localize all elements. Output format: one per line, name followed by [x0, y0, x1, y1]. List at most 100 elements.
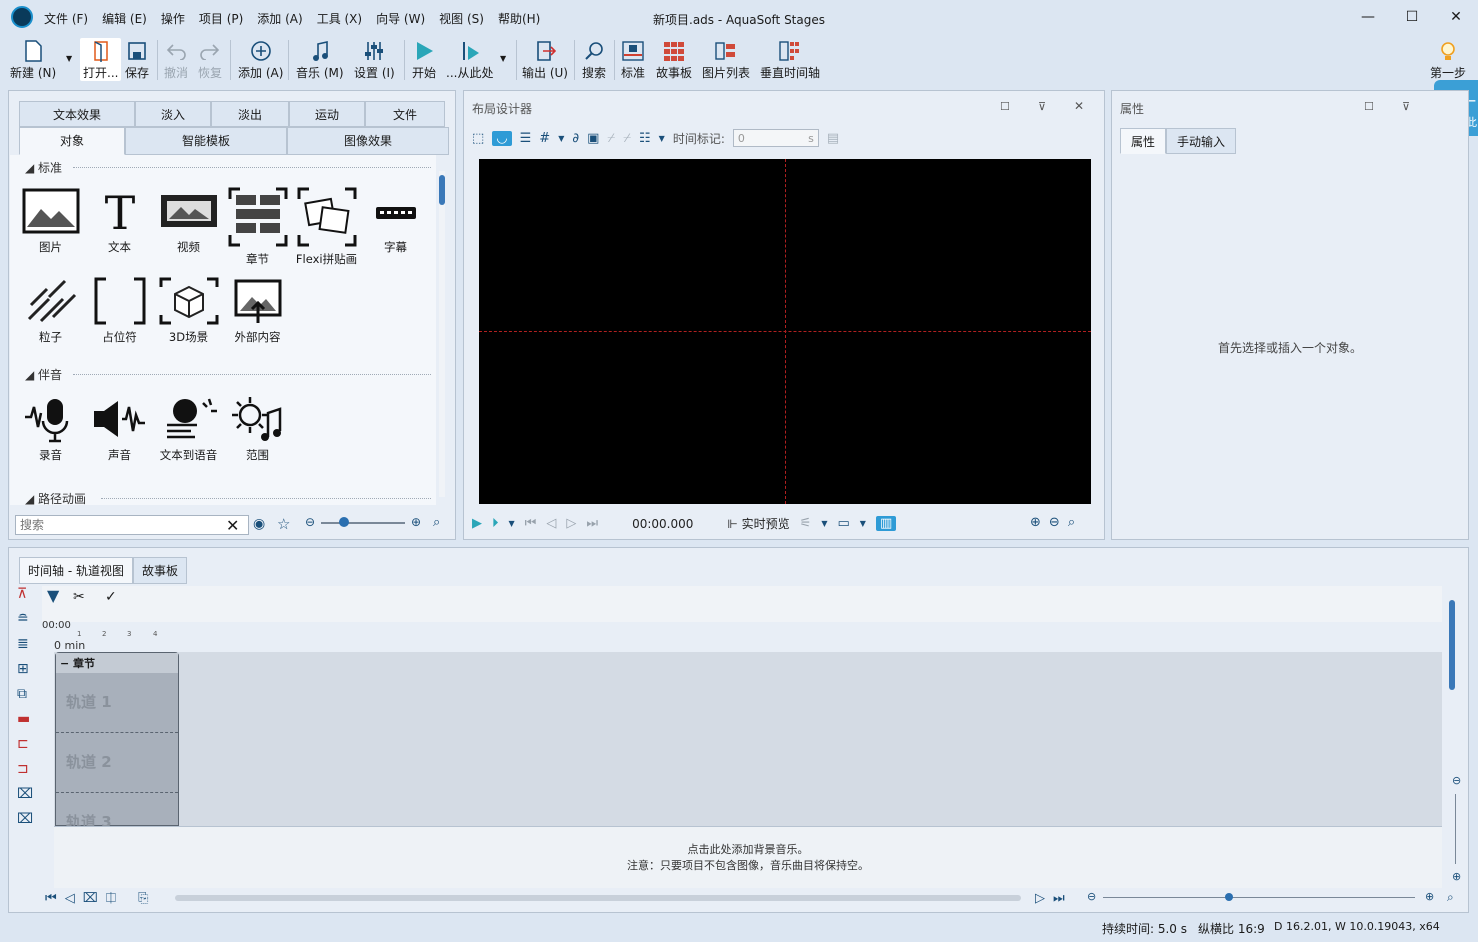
music-button[interactable]: 音乐 (M)	[296, 38, 344, 81]
menu-project[interactable]: 项目 (P)	[199, 10, 243, 27]
minimize-icon[interactable]: —	[1346, 0, 1390, 34]
favorite-star-icon[interactable]: ☆	[277, 515, 290, 533]
grid-icon[interactable]: #	[539, 131, 550, 146]
path-edit-icon[interactable]: ◡	[492, 130, 512, 146]
section-standard[interactable]: ◢ 标准	[25, 159, 62, 176]
film-strip-icon[interactable]: ▬	[17, 711, 33, 727]
vertical-zoom-in-icon[interactable]: ⊕	[1452, 870, 1461, 883]
zoom-fit-icon[interactable]: ⌕	[433, 515, 440, 530]
track-row[interactable]: 轨道 3	[56, 793, 178, 829]
vertical-zoom-slider[interactable]	[1455, 794, 1456, 864]
vertical-zoom-out-icon[interactable]: ⊖	[1452, 774, 1461, 787]
object-list-scrollbar[interactable]	[439, 171, 445, 497]
play-from-cursor-icon[interactable]: ⏵	[492, 516, 499, 531]
align-stagger-icon[interactable]: ⊐	[17, 761, 33, 777]
step-forward-icon[interactable]: ▷	[566, 516, 576, 531]
object-external-content[interactable]: 外部内容	[223, 277, 292, 345]
tab-text-effects[interactable]: 文本效果	[19, 101, 135, 127]
tab-smart-templates[interactable]: 智能模板	[125, 127, 287, 155]
track-row[interactable]: 轨道 1	[56, 673, 178, 733]
standard-view-button[interactable]: 标准	[621, 38, 645, 81]
redo-button[interactable]: 恢复	[198, 38, 222, 81]
mark-track[interactable]	[42, 586, 1442, 622]
new-dropdown-icon[interactable]: ▼	[66, 54, 72, 63]
timeline-zoom-out-icon[interactable]: ⊖	[1087, 890, 1096, 903]
object-sound[interactable]: 声音	[85, 395, 154, 463]
timeline-align-icon[interactable]: ≘	[17, 611, 33, 627]
frame-icon[interactable]: ▣	[587, 131, 599, 146]
playhead-icon[interactable]: ▼	[47, 586, 59, 605]
object-3d-scene[interactable]: 3D场景	[154, 277, 223, 345]
menu-wizard[interactable]: 向导 (W)	[376, 10, 425, 27]
prev-icon[interactable]: ◁	[65, 891, 75, 906]
panel-pin-icon[interactable]: ⊽	[1038, 100, 1046, 113]
align-icon[interactable]: ☰	[520, 131, 532, 146]
fit-width-icon[interactable]: ⌧	[17, 786, 33, 802]
skip-back-icon[interactable]: ⏮	[525, 516, 537, 531]
first-steps-button[interactable]: 第一步	[1430, 38, 1466, 81]
tab-fade-in[interactable]: 淡入	[135, 101, 211, 127]
undo-button[interactable]: 撤消	[164, 38, 188, 81]
zoom-in-icon[interactable]: ⊕	[1030, 515, 1041, 530]
go-end-icon[interactable]: ⏭	[1053, 891, 1065, 906]
menu-view[interactable]: 视图 (S)	[439, 10, 484, 27]
play-dropdown-icon[interactable]: ▼	[500, 54, 506, 63]
collapse-icon[interactable]: −	[60, 657, 73, 670]
timeline-zoom-in-icon[interactable]: ⊕	[1425, 890, 1434, 903]
grid-dropdown-icon[interactable]: ▼	[558, 134, 564, 143]
object-particles[interactable]: 粒子	[16, 277, 85, 345]
play-dropdown-icon[interactable]: ▼	[509, 519, 515, 528]
route-icon[interactable]: ⚟	[800, 516, 812, 531]
tab-image-effects[interactable]: 图像效果	[287, 127, 449, 155]
save-mark-icon[interactable]: ▤	[827, 131, 839, 146]
vertical-timeline-button[interactable]: 垂直时间轴	[760, 38, 820, 81]
scrollbar-thumb[interactable]	[439, 175, 445, 205]
align-left-icon[interactable]: ⊏	[17, 736, 33, 752]
fit-all-icon[interactable]: ⌧	[17, 811, 33, 827]
clear-search-icon[interactable]: ✕	[226, 516, 239, 535]
panel-close-icon[interactable]: ✕	[1074, 99, 1084, 113]
object-recording[interactable]: 录音	[16, 395, 85, 463]
go-start-icon[interactable]: ⏮	[45, 891, 57, 906]
timeline-horizontal-scrollbar[interactable]	[175, 895, 1021, 901]
menu-edit[interactable]: 编辑 (E)	[102, 10, 147, 27]
object-text-to-speech[interactable]: 文本到语音	[154, 395, 223, 463]
menu-tools[interactable]: 工具 (X)	[317, 10, 362, 27]
zoom-in-icon[interactable]: ⊕	[411, 515, 421, 529]
timeline-zoom-thumb[interactable]	[1225, 893, 1233, 901]
curve-end-icon[interactable]: ⌿	[623, 131, 631, 146]
time-mark-input[interactable]: 0s	[732, 129, 819, 147]
panel-maximize-icon[interactable]: ☐	[1364, 100, 1374, 113]
play-from-here-button[interactable]: ...从此处	[446, 38, 493, 81]
list-dropdown-icon[interactable]: ▼	[659, 134, 665, 143]
split-icon[interactable]: ✓	[105, 589, 117, 605]
search-button[interactable]: 搜索	[582, 38, 606, 81]
step-back-icon[interactable]: ◁	[546, 516, 556, 531]
icon-size-slider-thumb[interactable]	[339, 517, 349, 527]
tab-storyboard[interactable]: 故事板	[132, 557, 187, 584]
eye-icon[interactable]: ◉	[253, 516, 265, 532]
tab-manual-input[interactable]: 手动输入	[1166, 128, 1236, 154]
object-text[interactable]: T 文本	[85, 187, 154, 267]
chapter-block[interactable]: − 章节 轨道 1 轨道 2 轨道 3	[55, 652, 179, 829]
timeline-zoom-fit-icon[interactable]: ⌕	[1447, 890, 1454, 905]
add-button[interactable]: 添加 (A)	[238, 38, 283, 81]
start-button[interactable]: 开始	[412, 38, 436, 81]
zoom-out-icon[interactable]: ⊖	[305, 515, 315, 529]
tab-objects[interactable]: 对象	[19, 127, 125, 155]
fit-icon[interactable]: ⌧	[83, 891, 98, 906]
display-icon[interactable]: ▭	[837, 516, 849, 531]
timeline-zoom-slider[interactable]	[1103, 897, 1415, 898]
skip-forward-icon[interactable]: ⏭	[586, 516, 598, 531]
menu-action[interactable]: 操作	[161, 10, 185, 27]
zoom-out-icon[interactable]: ⊖	[1049, 515, 1060, 530]
realtime-preview-button[interactable]: ⊩ 实时预览	[727, 515, 789, 532]
section-path-animation[interactable]: ◢ 路径动画	[25, 490, 86, 507]
track-area[interactable]	[54, 652, 1442, 826]
panel-pin-icon[interactable]: ⊽	[1402, 100, 1410, 113]
picture-list-button[interactable]: 图片列表	[702, 38, 750, 81]
timeline-vertical-scrollbar[interactable]	[1449, 600, 1455, 690]
snapshot-icon[interactable]: ⎘	[138, 891, 148, 906]
section-audio[interactable]: ◢ 伴音	[25, 366, 62, 383]
marker-tool-icon[interactable]: ⊼	[17, 586, 33, 602]
